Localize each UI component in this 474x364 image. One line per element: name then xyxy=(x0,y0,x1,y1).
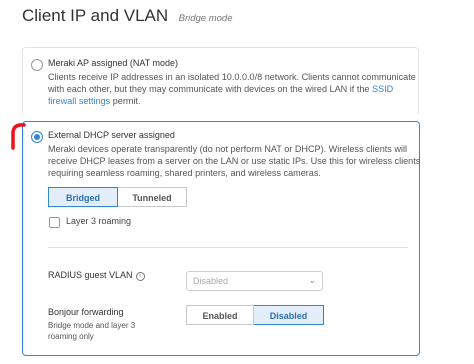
dhcp-desc-line-3: requiring seamless roaming, shared print… xyxy=(48,168,321,178)
bonjour-hint-line-1: Bridge mode and layer 3 xyxy=(48,321,136,330)
section-divider xyxy=(48,247,408,248)
radio-external-dhcp[interactable] xyxy=(31,131,43,143)
option-dhcp-description: Meraki devices operate transparently (do… xyxy=(48,143,421,179)
chevron-down-icon: ⌄ xyxy=(308,275,316,285)
page-title: Client IP and VLAN xyxy=(22,6,169,25)
radius-guest-vlan-value: Disabled xyxy=(193,276,229,286)
bridged-button[interactable]: Bridged xyxy=(48,187,118,207)
info-icon[interactable]: i xyxy=(135,272,145,281)
bonjour-disabled-button[interactable]: Disabled xyxy=(254,305,324,325)
section-header: Client IP and VLAN Bridge mode xyxy=(22,6,233,26)
dhcp-desc-line-2: receive DHCP leases from a server on the… xyxy=(48,156,421,166)
option-nat-title: Meraki AP assigned (NAT mode) xyxy=(48,58,179,68)
bonjour-forwarding-toggle: Enabled Disabled xyxy=(186,305,324,325)
bonjour-enabled-button[interactable]: Enabled xyxy=(186,305,254,325)
option-nat-mode[interactable]: Meraki AP assigned (NAT mode) Clients re… xyxy=(22,47,419,114)
option-nat-description: Clients receive IP addresses in an isola… xyxy=(48,71,416,107)
option-dhcp-title: External DHCP server assigned xyxy=(48,130,175,140)
nat-desc-line-3-text: permit. xyxy=(110,96,141,106)
radio-nat-mode[interactable] xyxy=(31,59,43,71)
radius-guest-vlan-text: RADIUS guest VLAN xyxy=(48,270,133,280)
nat-desc-line-2-text: with each other, but they may communicat… xyxy=(48,84,372,94)
bonjour-forwarding-label: Bonjour forwarding xyxy=(48,307,124,317)
option-external-dhcp[interactable]: External DHCP server assigned Meraki dev… xyxy=(22,121,420,356)
red-annotation-mark xyxy=(11,123,26,150)
dhcp-desc-line-1: Meraki devices operate transparently (do… xyxy=(48,144,407,154)
nat-desc-line-3: firewall settings permit. xyxy=(48,95,410,107)
bonjour-hint-line-2: roaming only xyxy=(48,332,94,341)
bridge-mode-toggle: Bridged Tunneled xyxy=(48,187,187,207)
ssid-firewall-link-part1[interactable]: SSID xyxy=(372,84,393,94)
bonjour-forwarding-hint: Bridge mode and layer 3 roaming only xyxy=(48,320,158,342)
nat-desc-line-2: with each other, but they may communicat… xyxy=(48,83,410,95)
nat-desc-line-1: Clients receive IP addresses in an isola… xyxy=(48,72,416,82)
layer3-roaming-checkbox[interactable] xyxy=(49,217,60,228)
page-subtitle: Bridge mode xyxy=(178,13,233,24)
radius-guest-vlan-select[interactable]: Disabled ⌄ xyxy=(186,271,323,291)
layer3-roaming-label: Layer 3 roaming xyxy=(66,216,132,226)
ssid-firewall-link-part2[interactable]: firewall settings xyxy=(48,96,110,106)
radius-guest-vlan-label: RADIUS guest VLAN i xyxy=(48,270,145,281)
tunneled-button[interactable]: Tunneled xyxy=(118,187,187,207)
